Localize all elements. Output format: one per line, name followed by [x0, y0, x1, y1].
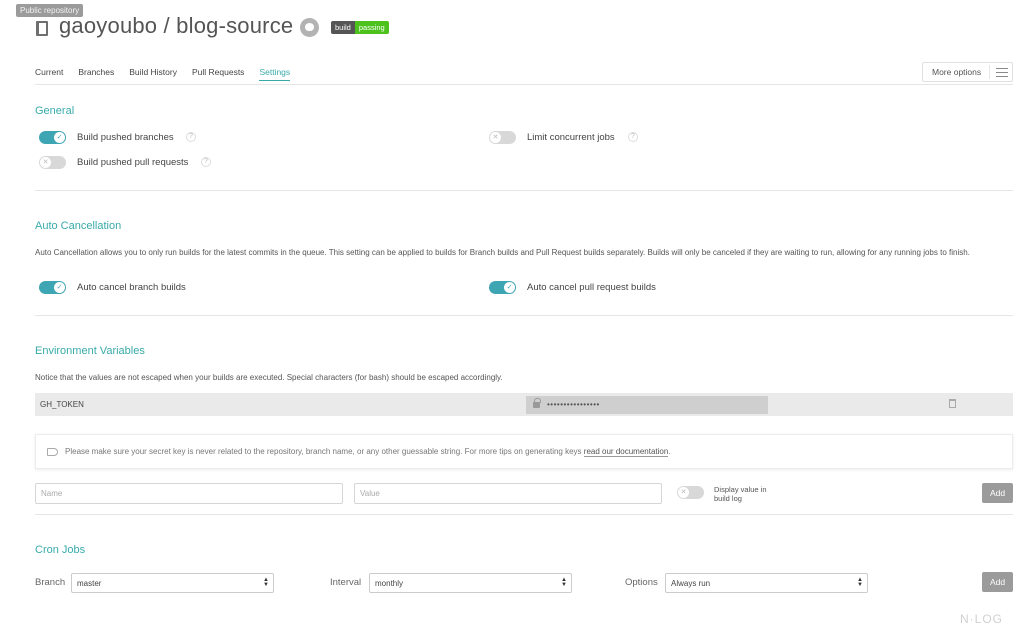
build-pushed-prs-label: Build pushed pull requests [77, 157, 189, 168]
watermark: N·LOG [960, 612, 1004, 626]
cron-branch-label: Branch [35, 577, 66, 588]
build-pushed-prs-toggle[interactable]: ✕ [39, 156, 66, 169]
limit-concurrent-toggle[interactable]: ✕ [489, 131, 516, 144]
check-icon: ✓ [54, 132, 65, 143]
env-variable-row: GH_TOKEN •••••••••••••••• [35, 393, 1013, 416]
megaphone-icon [47, 448, 58, 456]
lock-icon [533, 398, 541, 408]
env-variable-masked-value: •••••••••••••••• [547, 400, 600, 409]
display-value-label: Display value in build log [714, 485, 767, 503]
hamburger-icon [996, 68, 1008, 77]
help-icon[interactable]: ? [628, 132, 638, 142]
env-add-button[interactable]: Add [982, 483, 1013, 503]
auto-cancel-pr-toggle[interactable]: ✓ [489, 281, 516, 294]
tab-branches[interactable]: Branches [78, 67, 114, 81]
tip-body: Please make sure your secret key is neve… [65, 447, 582, 456]
documentation-link[interactable]: read our documentation [583, 447, 669, 457]
cron-options-value: Always run [671, 579, 711, 588]
tab-settings[interactable]: Settings [259, 67, 291, 81]
trash-icon[interactable] [949, 399, 956, 408]
secret-key-tip-text: Please make sure your secret key is neve… [65, 447, 671, 457]
display-value-toggle[interactable]: ✕ [677, 486, 704, 499]
env-notice: Notice that the values are not escaped w… [35, 373, 503, 382]
select-arrows-icon: ▲ ▼ [561, 577, 567, 588]
auto-cancel-branch-label: Auto cancel branch builds [77, 282, 186, 293]
secret-key-tip: Please make sure your secret key is neve… [35, 434, 1013, 469]
auto-cancel-pr-label: Auto cancel pull request builds [527, 282, 656, 293]
env-heading: Environment Variables [35, 345, 145, 357]
repo-title[interactable]: gaoyoubo / blog-source [59, 13, 293, 39]
cron-interval-label: Interval [330, 577, 362, 588]
github-icon[interactable] [300, 18, 319, 37]
more-options-button[interactable]: More options [922, 62, 1013, 82]
tab-current[interactable]: Current [35, 67, 63, 81]
env-variable-value: •••••••••••••••• [526, 396, 768, 414]
build-pushed-branches-toggle[interactable]: ✓ [39, 131, 66, 144]
check-icon: ✓ [54, 282, 65, 293]
repo-icon [36, 21, 48, 36]
cron-options-label: Options [625, 577, 658, 588]
more-options-separator [989, 65, 990, 79]
tabs-divider [35, 84, 1013, 85]
check-icon: ✓ [504, 282, 515, 293]
limit-concurrent-label: Limit concurrent jobs [527, 132, 615, 143]
section-divider [35, 315, 1013, 316]
section-divider [35, 514, 1013, 515]
x-icon: ✕ [678, 487, 689, 498]
help-icon[interactable]: ? [186, 132, 196, 142]
cron-interval-select[interactable]: monthly ▲ ▼ [369, 573, 572, 593]
repo-tabs: Current Branches Build History Pull Requ… [35, 67, 305, 81]
auto-cancel-branch-toggle[interactable]: ✓ [39, 281, 66, 294]
build-status-badge[interactable]: build passing [331, 21, 389, 34]
auto-cancel-description: Auto Cancellation allows you to only run… [35, 248, 970, 257]
cron-interval-value: monthly [375, 579, 404, 588]
general-heading: General [35, 105, 75, 117]
env-variable-name: GH_TOKEN [40, 400, 84, 409]
env-name-input[interactable] [35, 483, 343, 504]
tab-build-history[interactable]: Build History [129, 67, 177, 81]
help-icon[interactable]: ? [201, 157, 211, 167]
cron-heading: Cron Jobs [35, 544, 86, 556]
env-value-input[interactable] [354, 483, 662, 504]
build-pushed-branches-label: Build pushed branches [77, 132, 174, 143]
badge-status: passing [354, 21, 389, 34]
x-icon: ✕ [40, 157, 51, 168]
badge-label: build [331, 21, 355, 34]
x-icon: ✕ [490, 132, 501, 143]
select-arrows-icon: ▲ ▼ [263, 577, 269, 588]
cron-branch-select[interactable]: master ▲ ▼ [71, 573, 274, 593]
cron-options-select[interactable]: Always run ▲ ▼ [665, 573, 868, 593]
display-value-label-line-2: build log [714, 494, 742, 503]
section-divider [35, 190, 1013, 191]
cron-branch-value: master [77, 579, 102, 588]
tip-end: . [668, 447, 671, 456]
tab-pull-requests[interactable]: Pull Requests [192, 67, 244, 81]
cron-add-button[interactable]: Add [982, 572, 1013, 592]
select-arrows-icon: ▲ ▼ [857, 577, 863, 588]
display-value-label-line-1: Display value in [714, 485, 767, 494]
auto-cancel-heading: Auto Cancellation [35, 220, 122, 232]
more-options-label: More options [932, 67, 982, 77]
